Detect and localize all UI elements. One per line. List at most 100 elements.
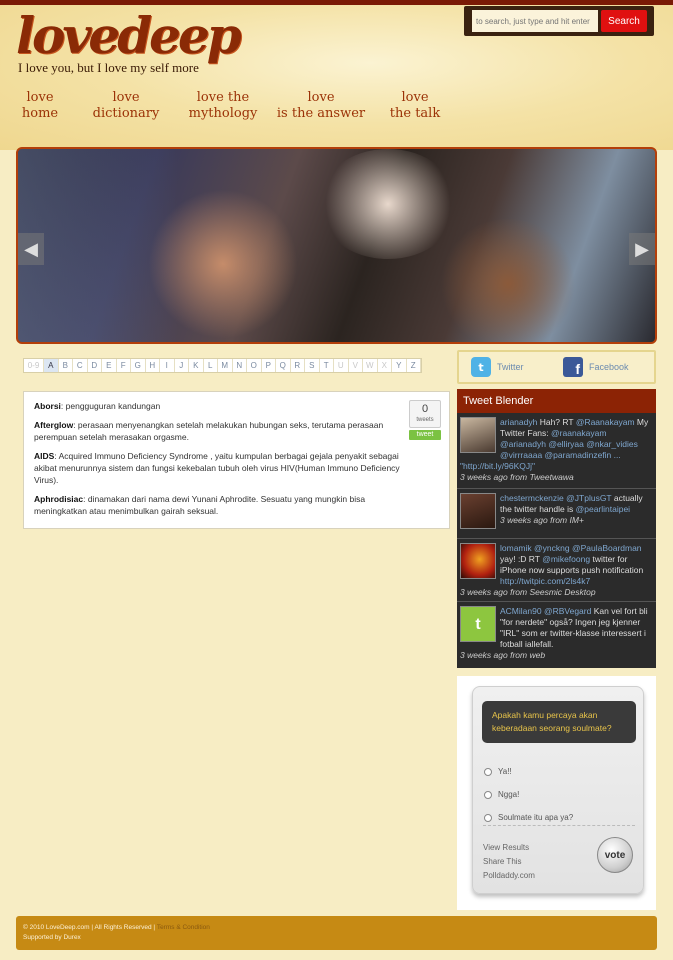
tweet-mention[interactable]: @ynckng @PaulaBoardman xyxy=(534,543,642,553)
footer: © 2010 LoveDeep.com | All Rights Reserve… xyxy=(16,916,657,950)
tweet-url[interactable]: http://twitpic.com/2ls4k7 xyxy=(500,576,590,586)
alphabet-letter-0-9: 0-9 xyxy=(24,359,44,372)
alphabet-letter-g[interactable]: G xyxy=(131,359,146,372)
entry-definition: : dinamakan dari nama dewi Yunani Aphrod… xyxy=(34,494,366,516)
alphabet-letter-w: W xyxy=(363,359,378,372)
tweet-username[interactable]: chestermckenzie xyxy=(500,493,564,503)
social-links: t Twitter f Facebook xyxy=(457,350,656,384)
alphabet-letter-i[interactable]: I xyxy=(160,359,175,372)
entry-term: Afterglow xyxy=(34,420,74,430)
radio-button[interactable] xyxy=(484,790,492,799)
tweet-blender-title: Tweet Blender xyxy=(457,389,656,413)
tweet-avatar[interactable] xyxy=(460,543,496,579)
vote-button[interactable]: vote xyxy=(597,837,633,873)
tweet-avatar[interactable] xyxy=(460,493,496,529)
alphabet-letter-t[interactable]: T xyxy=(320,359,334,372)
alphabet-letter-s[interactable]: S xyxy=(305,359,320,372)
entry-term: AIDS xyxy=(34,451,55,461)
main-nav: love home love dictionary love the mytho… xyxy=(0,90,673,130)
tweet-mention[interactable]: @pearlintaipei xyxy=(576,504,630,514)
nav-love-the-talk[interactable]: love the talk xyxy=(382,90,448,122)
poll-widget: Apakah kamu percaya akan keberadaan seor… xyxy=(457,676,656,910)
tweet-avatar[interactable]: t xyxy=(460,606,496,642)
nav-label-line2: is the answer xyxy=(276,106,366,121)
tweet-url[interactable]: "http://bit.ly/96KQJj" xyxy=(460,461,535,471)
facebook-link[interactable]: f Facebook xyxy=(563,357,629,377)
poll-panel: Apakah kamu percaya akan keberadaan seor… xyxy=(472,686,644,894)
poll-option-1[interactable]: Ya!! xyxy=(484,767,512,776)
alphabet-letter-b[interactable]: B xyxy=(59,359,73,372)
twitter-bird-icon: t xyxy=(471,357,491,377)
tweet-username[interactable]: ACMilan90 xyxy=(500,606,542,616)
radio-button[interactable] xyxy=(484,813,492,822)
twitter-link[interactable]: t Twitter xyxy=(471,357,524,377)
alphabet-letter-l[interactable]: L xyxy=(204,359,218,372)
tweet-item: t ACMilan90 @RBVegard Kan vel fort bli "… xyxy=(457,602,656,668)
polldaddy-link[interactable]: Polldaddy.com xyxy=(483,871,535,880)
alphabet-letter-d[interactable]: D xyxy=(88,359,102,372)
alphabet-letter-o[interactable]: O xyxy=(247,359,262,372)
tweet-mention[interactable]: @Raanakayam xyxy=(576,417,635,427)
tweet-counter: 0 tweets xyxy=(409,400,441,428)
twitter-label: Twitter xyxy=(497,362,524,372)
alphabet-letter-y[interactable]: Y xyxy=(392,359,407,372)
alphabet-letter-k[interactable]: K xyxy=(189,359,204,372)
nav-label-line1: love xyxy=(307,90,335,105)
tweet-mention[interactable]: @RBVegard xyxy=(544,606,591,616)
search-button[interactable]: Search xyxy=(601,10,647,32)
tweet-source[interactable]: Seesmic Desktop xyxy=(529,587,595,597)
nav-love-the-mythology[interactable]: love the mythology xyxy=(181,90,265,122)
poll-question: Apakah kamu percaya akan keberadaan seor… xyxy=(482,701,636,743)
tweet-item: arianadyh Hah? RT @Raanakayam My Twitter… xyxy=(457,413,656,489)
tweet-source[interactable]: IM+ xyxy=(569,515,583,525)
poll-option-label: Ngga! xyxy=(498,790,520,799)
tweet-meta: 3 weeks ago from Tweetwawa xyxy=(460,472,653,483)
terms-link[interactable]: Terms & Condition xyxy=(157,924,210,931)
site-logo[interactable]: lovedeep I love you, but I love my self … xyxy=(16,6,242,76)
poll-option-3[interactable]: Soulmate itu apa ya? xyxy=(484,813,573,822)
poll-option-2[interactable]: Ngga! xyxy=(484,790,519,799)
alphabet-letter-u: U xyxy=(334,359,349,372)
view-results-link[interactable]: View Results xyxy=(483,843,529,852)
dictionary-entry: Aphrodisiac: dinamakan dari nama dewi Yu… xyxy=(34,493,414,517)
nav-love-home[interactable]: love home xyxy=(14,90,66,122)
logo-text: lovedeep xyxy=(16,6,242,65)
nav-label-line1: love xyxy=(401,90,429,105)
tweet-username[interactable]: lomamik xyxy=(500,543,532,553)
alphabet-letter-z[interactable]: Z xyxy=(407,359,421,372)
alphabet-letter-j[interactable]: J xyxy=(175,359,189,372)
slider-prev-arrow-icon[interactable]: ◀ xyxy=(18,233,44,265)
tweet-mention[interactable]: @JTplusGT xyxy=(566,493,611,503)
alphabet-letter-r[interactable]: R xyxy=(291,359,305,372)
slider-next-arrow-icon[interactable]: ▶ xyxy=(629,233,655,265)
alphabet-letter-m[interactable]: M xyxy=(218,359,233,372)
alphabet-letter-a[interactable]: A xyxy=(44,359,59,372)
alphabet-letter-n[interactable]: N xyxy=(233,359,247,372)
dictionary-box: Aborsi: pengguguran kandungan Afterglow:… xyxy=(23,391,450,529)
alphabet-letter-p[interactable]: P xyxy=(262,359,276,372)
tweet-button[interactable]: tweet xyxy=(409,430,441,440)
tweet-meta: 3 weeks ago from web xyxy=(460,650,653,661)
tweet-mention[interactable]: @mikefoong xyxy=(542,554,590,564)
search-input[interactable] xyxy=(472,10,598,32)
share-this-link[interactable]: Share This xyxy=(483,857,522,866)
alphabet-letter-c[interactable]: C xyxy=(73,359,88,372)
tweet-count-label: tweets xyxy=(416,417,434,423)
tweet-source[interactable]: Tweetwawa xyxy=(529,472,573,482)
tweet-source[interactable]: web xyxy=(529,650,545,660)
nav-love-is-the-answer[interactable]: love is the answer xyxy=(273,90,369,122)
poll-divider xyxy=(483,825,635,826)
alphabet-letter-q[interactable]: Q xyxy=(276,359,291,372)
tweet-time: 3 weeks ago from xyxy=(500,515,568,525)
alphabet-letter-e[interactable]: E xyxy=(102,359,117,372)
alphabet-letter-h[interactable]: H xyxy=(146,359,160,372)
entry-definition: : pengguguran kandungan xyxy=(60,401,161,411)
nav-love-dictionary[interactable]: love dictionary xyxy=(86,90,166,122)
radio-button[interactable] xyxy=(484,767,492,776)
slider-image-layer xyxy=(148,189,298,339)
image-slider: ◀ ▶ xyxy=(16,147,657,344)
alphabet-letter-f[interactable]: F xyxy=(117,359,131,372)
tweet-meta: 3 weeks ago from Seesmic Desktop xyxy=(460,587,653,598)
tweet-username[interactable]: arianadyh xyxy=(500,417,537,427)
tweet-avatar[interactable] xyxy=(460,417,496,453)
